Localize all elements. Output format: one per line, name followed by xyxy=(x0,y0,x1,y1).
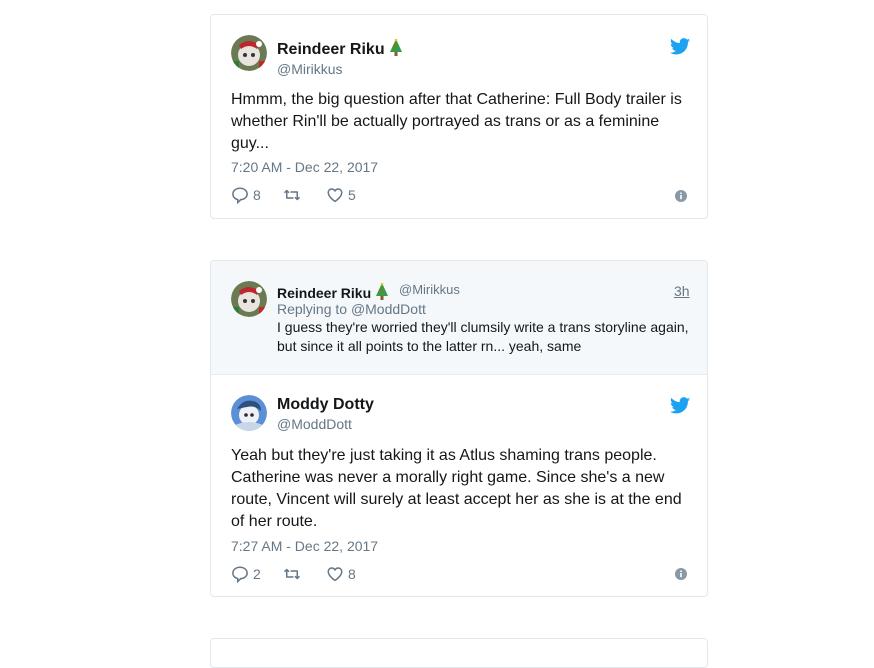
parent-tweet[interactable]: Reindeer Riku @Mirikkus 3h Replying to @… xyxy=(211,261,707,375)
reply-button[interactable]: 8 xyxy=(231,186,261,204)
christmas-tree-icon xyxy=(376,283,389,300)
tweet-text: Yeah but they're just taking it as Atlus… xyxy=(231,447,682,530)
tweet-timestamp[interactable]: 7:20 AM - Dec 22, 2017 xyxy=(231,159,378,175)
parent-display-name-text[interactable]: Reindeer Riku xyxy=(277,285,371,301)
retweet-button[interactable] xyxy=(283,565,301,583)
tweet-actions: 8 5 xyxy=(231,186,691,204)
avatar[interactable] xyxy=(231,395,267,431)
avatar[interactable] xyxy=(231,281,267,317)
tweet-card[interactable]: Reindeer Riku @Mirikkus Hmmm, the big qu… xyxy=(210,14,708,219)
replying-to: Replying to @ModdDott xyxy=(277,301,426,317)
like-button[interactable]: 5 xyxy=(326,186,356,204)
tweet-card[interactable]: Reindeer Riku @Mirikkus 3h Replying to @… xyxy=(210,260,708,597)
like-count: 5 xyxy=(348,187,356,203)
twitter-bird-icon[interactable] xyxy=(670,38,690,55)
parent-handle[interactable]: @Mirikkus xyxy=(399,282,460,297)
reply-count: 8 xyxy=(253,187,261,203)
like-count: 8 xyxy=(348,566,356,582)
heart-icon xyxy=(327,188,343,203)
avatar[interactable] xyxy=(231,35,267,71)
display-name[interactable]: Moddy Dotty xyxy=(277,396,374,414)
reply-button[interactable]: 2 xyxy=(231,565,261,583)
replying-to-label: Replying to xyxy=(277,301,348,317)
retweet-button[interactable] xyxy=(283,186,301,204)
retweet-icon xyxy=(283,189,301,201)
reply-icon xyxy=(232,566,248,583)
tweet-actions: 2 8 xyxy=(231,565,691,583)
display-name[interactable]: Reindeer Riku xyxy=(277,39,403,59)
tweet-text: Hmmm, the big question after that Cather… xyxy=(231,91,682,152)
heart-icon xyxy=(327,567,343,582)
tweet-card[interactable] xyxy=(210,638,708,668)
parent-time-ago[interactable]: 3h xyxy=(674,283,690,299)
display-name-text[interactable]: Reindeer Riku xyxy=(277,41,385,58)
christmas-tree-icon xyxy=(389,39,402,56)
tweet-timestamp[interactable]: 7:27 AM - Dec 22, 2017 xyxy=(231,538,378,554)
parent-tweet-text: I guess they're worried they'll clumsily… xyxy=(277,319,689,354)
reply-icon xyxy=(232,187,248,204)
reply-count: 2 xyxy=(253,566,261,582)
info-icon[interactable] xyxy=(675,568,687,580)
info-icon[interactable] xyxy=(675,190,687,202)
like-button[interactable]: 8 xyxy=(326,565,356,583)
retweet-icon xyxy=(283,568,301,580)
parent-display-name[interactable]: Reindeer Riku xyxy=(277,283,389,301)
user-handle[interactable]: @ModdDott xyxy=(277,416,352,432)
user-handle[interactable]: @Mirikkus xyxy=(277,61,343,77)
twitter-bird-icon[interactable] xyxy=(670,397,690,414)
replying-to-link[interactable]: @ModdDott xyxy=(351,301,426,317)
